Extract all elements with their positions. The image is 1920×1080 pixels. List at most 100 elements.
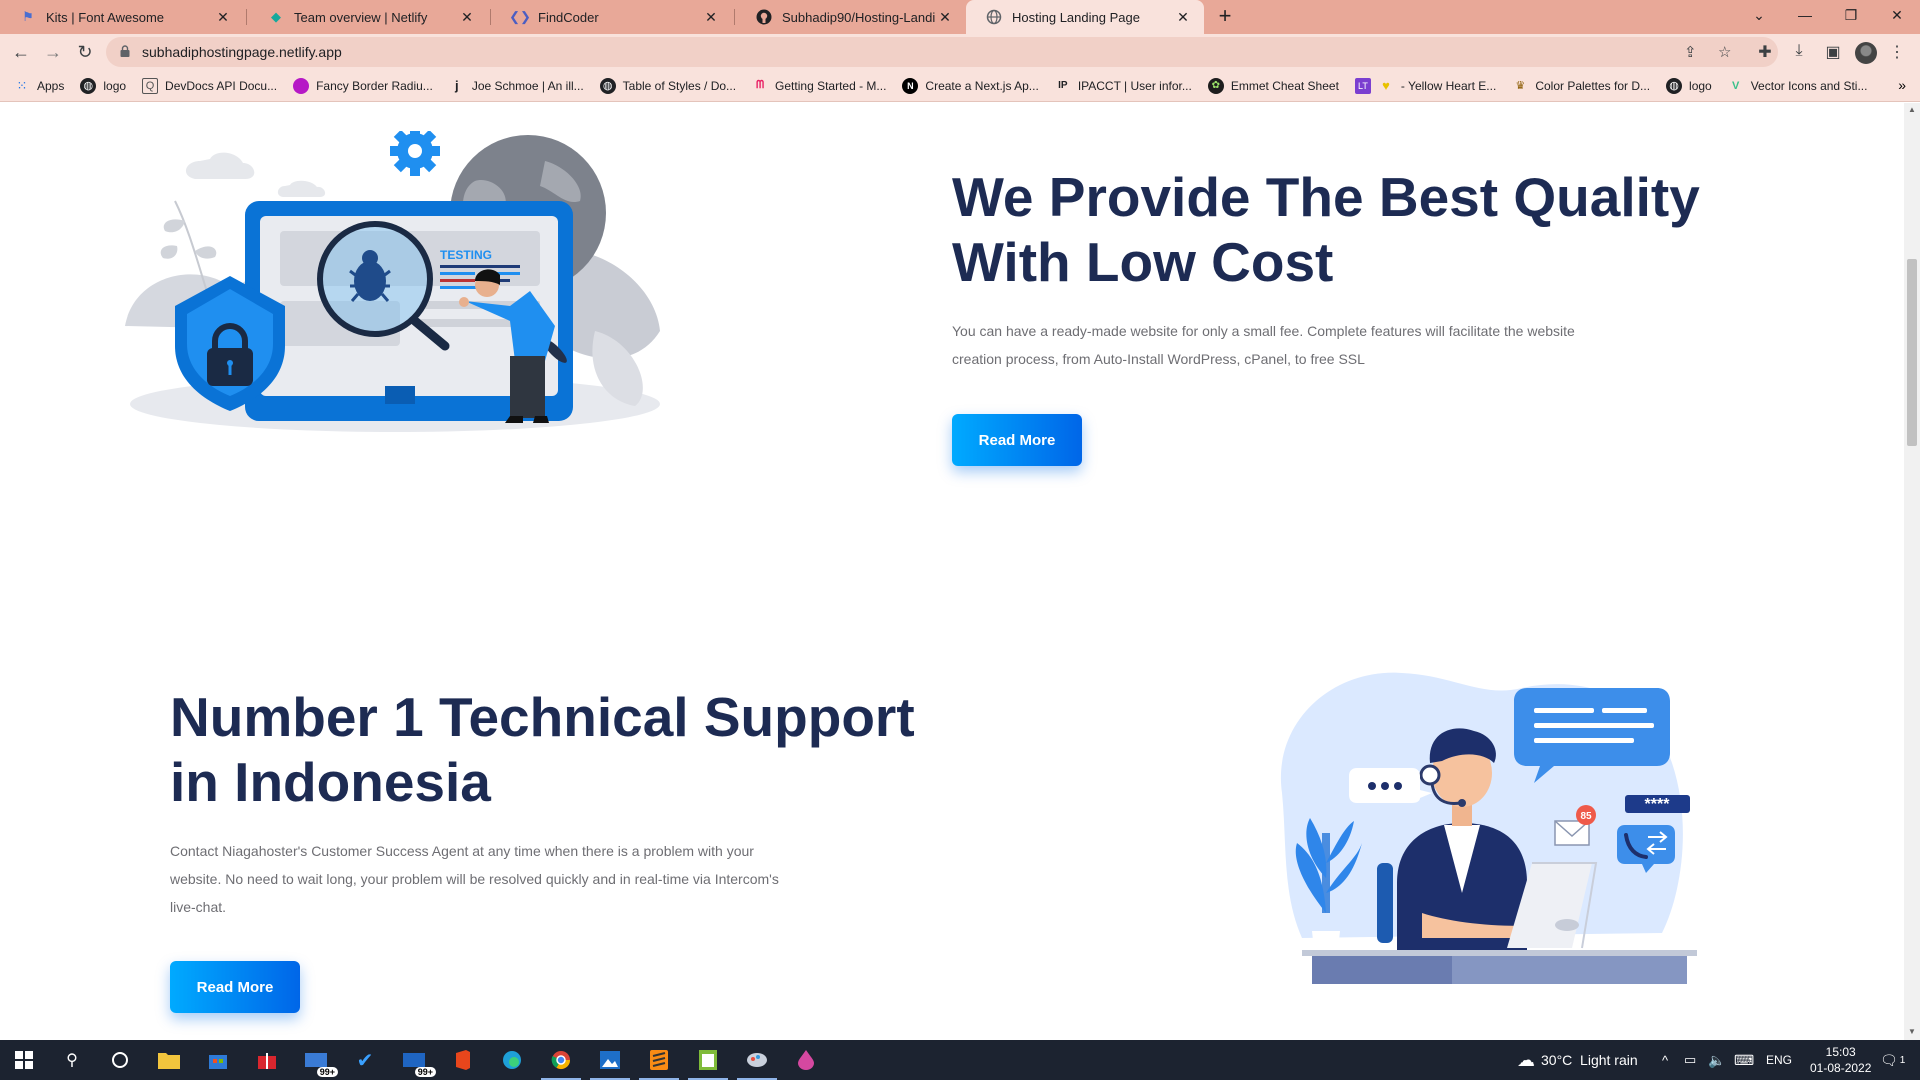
bookmark-logo[interactable]: ◍ logo bbox=[80, 77, 126, 94]
globe-icon: ◍ bbox=[80, 77, 97, 94]
file-explorer-icon[interactable] bbox=[157, 1048, 181, 1072]
tab-search-chevron-icon[interactable]: ⌄ bbox=[1736, 0, 1782, 30]
close-icon[interactable]: ✕ bbox=[702, 9, 720, 26]
read-more-button-1[interactable]: Read More bbox=[952, 414, 1082, 466]
more-bookmarks-icon[interactable]: » bbox=[1898, 77, 1906, 93]
notification-center-icon[interactable]: 🗨 1 bbox=[1880, 1040, 1905, 1080]
sublime-icon[interactable] bbox=[639, 1048, 679, 1080]
bookmark-getting-started[interactable]: ᗰ Getting Started - M... bbox=[752, 78, 886, 94]
profile-avatar[interactable] bbox=[1855, 42, 1877, 64]
bookmark-star-icon[interactable]: ☆ bbox=[1718, 43, 1731, 61]
close-icon[interactable]: ✕ bbox=[1174, 9, 1192, 26]
photos-icon[interactable] bbox=[590, 1048, 630, 1080]
bookmark-yellow-heart[interactable]: LT ♥ - Yellow Heart E... bbox=[1354, 77, 1496, 94]
outlook-icon[interactable]: 99+ bbox=[402, 1048, 436, 1077]
notepad-icon[interactable] bbox=[688, 1048, 728, 1080]
gear-icon bbox=[390, 131, 440, 176]
battery-icon[interactable]: ▭ bbox=[1684, 1040, 1696, 1080]
clock[interactable]: 15:03 01-08-2022 bbox=[1810, 1044, 1871, 1076]
heart-icon: ♥ bbox=[1382, 78, 1390, 93]
section2-heading: Number 1 Technical Support in Indonesia bbox=[170, 686, 915, 813]
j-icon: j bbox=[455, 78, 459, 93]
next-icon: N bbox=[902, 77, 919, 94]
bookmark-label: Joe Schmoe | An ill... bbox=[471, 78, 584, 93]
tab-title: FindCoder bbox=[538, 9, 599, 25]
close-icon[interactable]: ✕ bbox=[458, 9, 476, 26]
windows-taskbar: ⚲ 99+ ✔ 99+ ☁ 30°C Light rain ^ ▭ 🔈 ⌨ EN… bbox=[0, 1040, 1920, 1080]
menu-kebab-icon[interactable]: ⋮ bbox=[1886, 42, 1908, 62]
page-viewport: TESTING We Provide The Best Quality With… bbox=[0, 103, 1904, 1040]
read-more-button-2[interactable]: Read More bbox=[170, 961, 300, 1013]
netlify-icon: ◆ bbox=[271, 9, 281, 24]
scroll-down-icon[interactable]: ▼ bbox=[1908, 1027, 1916, 1036]
restore-button[interactable]: ❐ bbox=[1828, 0, 1874, 30]
bookmark-ipacct[interactable]: IP IPACCT | User infor... bbox=[1055, 78, 1192, 94]
bookmark-vector-icons[interactable]: V Vector Icons and Sti... bbox=[1728, 78, 1867, 94]
page-scrollbar[interactable]: ▲ ▼ bbox=[1904, 103, 1920, 1040]
emmet-icon: ✿ bbox=[1207, 77, 1224, 94]
show-hidden-icons[interactable]: ^ bbox=[1662, 1040, 1668, 1080]
volume-icon[interactable]: 🔈 bbox=[1708, 1040, 1725, 1080]
gift-app-icon[interactable] bbox=[255, 1048, 279, 1072]
reload-button[interactable]: ↻ bbox=[72, 39, 98, 65]
windows-start-icon[interactable] bbox=[12, 1048, 36, 1072]
tab-hosting-landing-page[interactable]: Hosting Landing Page ✕ bbox=[966, 0, 1204, 34]
bookmark-emmet[interactable]: ✿ Emmet Cheat Sheet bbox=[1207, 77, 1339, 94]
close-icon[interactable]: ✕ bbox=[214, 9, 232, 26]
bookmark-logo-2[interactable]: ◍ logo bbox=[1666, 77, 1712, 94]
weather-widget[interactable]: ☁ 30°C Light rain bbox=[1517, 1040, 1638, 1080]
tab-font-awesome[interactable]: ⚑ Kits | Font Awesome ✕ bbox=[0, 0, 244, 34]
bookmark-nextjs[interactable]: N Create a Next.js Ap... bbox=[902, 77, 1039, 94]
scrollbar-thumb[interactable] bbox=[1907, 259, 1917, 446]
bookmark-fancy-border[interactable]: Fancy Border Radiu... bbox=[293, 77, 433, 94]
share-icon[interactable]: ⇪ bbox=[1684, 43, 1697, 61]
tab-github[interactable]: Subhadip90/Hosting-Landing-Pa ✕ bbox=[736, 0, 966, 34]
bookmark-apps[interactable]: ⁙ Apps bbox=[14, 78, 65, 94]
tab-netlify[interactable]: ◆ Team overview | Netlify ✕ bbox=[248, 0, 488, 34]
notification-count-badge: 1 bbox=[1899, 1054, 1906, 1066]
minimize-button[interactable]: — bbox=[1782, 0, 1828, 30]
close-window-button[interactable]: ✕ bbox=[1874, 0, 1920, 30]
github-icon bbox=[756, 9, 772, 25]
tab-title: Team overview | Netlify bbox=[294, 9, 428, 25]
tab-title: Kits | Font Awesome bbox=[46, 9, 165, 25]
forward-button[interactable]: → bbox=[40, 39, 66, 65]
tab-findcoder[interactable]: ❮❯ FindCoder ✕ bbox=[492, 0, 732, 34]
mail-app-icon[interactable]: 99+ bbox=[304, 1048, 338, 1077]
extensions-icon[interactable]: ✚ bbox=[1754, 42, 1776, 62]
search-icon[interactable]: ⚲ bbox=[60, 1048, 84, 1072]
keyboard-icon[interactable]: ⌨ bbox=[1734, 1040, 1754, 1080]
scroll-up-icon[interactable]: ▲ bbox=[1908, 105, 1916, 114]
download-icon[interactable]: ⤓ bbox=[1788, 42, 1810, 60]
bookmark-color-palettes[interactable]: ♛ Color Palettes for D... bbox=[1512, 78, 1650, 94]
bookmark-label: Table of Styles / Do... bbox=[622, 78, 737, 93]
store-icon[interactable] bbox=[206, 1048, 230, 1072]
bookmark-joe-schmoe[interactable]: j Joe Schmoe | An ill... bbox=[449, 78, 584, 94]
close-icon[interactable]: ✕ bbox=[936, 9, 954, 26]
m-icon: ᗰ bbox=[756, 79, 765, 91]
section1-heading: We Provide The Best Quality With Low Cos… bbox=[952, 166, 1700, 293]
office-icon[interactable] bbox=[451, 1048, 475, 1072]
chrome-icon[interactable] bbox=[541, 1048, 581, 1080]
chevron-up-icon: ^ bbox=[1662, 1052, 1669, 1068]
bookmark-devdocs[interactable]: Q DevDocs API Docu... bbox=[142, 77, 278, 94]
bookmark-label: DevDocs API Docu... bbox=[165, 78, 278, 93]
bookmark-label: Emmet Cheat Sheet bbox=[1230, 78, 1339, 93]
back-button[interactable]: ← bbox=[8, 39, 34, 65]
bookmark-label: IPACCT | User infor... bbox=[1077, 78, 1192, 93]
testing-label: TESTING bbox=[440, 248, 492, 262]
outlook-badge: 99+ bbox=[414, 1067, 436, 1077]
tab-title: Hosting Landing Page bbox=[1012, 9, 1140, 25]
paint-app-icon[interactable] bbox=[737, 1048, 777, 1080]
edge-icon[interactable] bbox=[500, 1048, 524, 1072]
paint3d-drop-icon[interactable] bbox=[794, 1048, 818, 1072]
new-tab-button[interactable]: + bbox=[1212, 4, 1238, 30]
side-panel-icon[interactable]: ▣ bbox=[1822, 42, 1844, 62]
todo-icon[interactable]: ✔ bbox=[353, 1048, 377, 1072]
lt-icon: LT bbox=[1354, 77, 1371, 94]
cortana-icon[interactable] bbox=[108, 1048, 132, 1072]
bookmark-table-of-styles[interactable]: ◍ Table of Styles / Do... bbox=[599, 77, 737, 94]
language-indicator[interactable]: ENG bbox=[1766, 1040, 1792, 1080]
time-text: 15:03 bbox=[1825, 1045, 1856, 1059]
address-bar[interactable]: subhadiphostingpage.netlify.app ⇪ ☆ bbox=[106, 37, 1778, 67]
